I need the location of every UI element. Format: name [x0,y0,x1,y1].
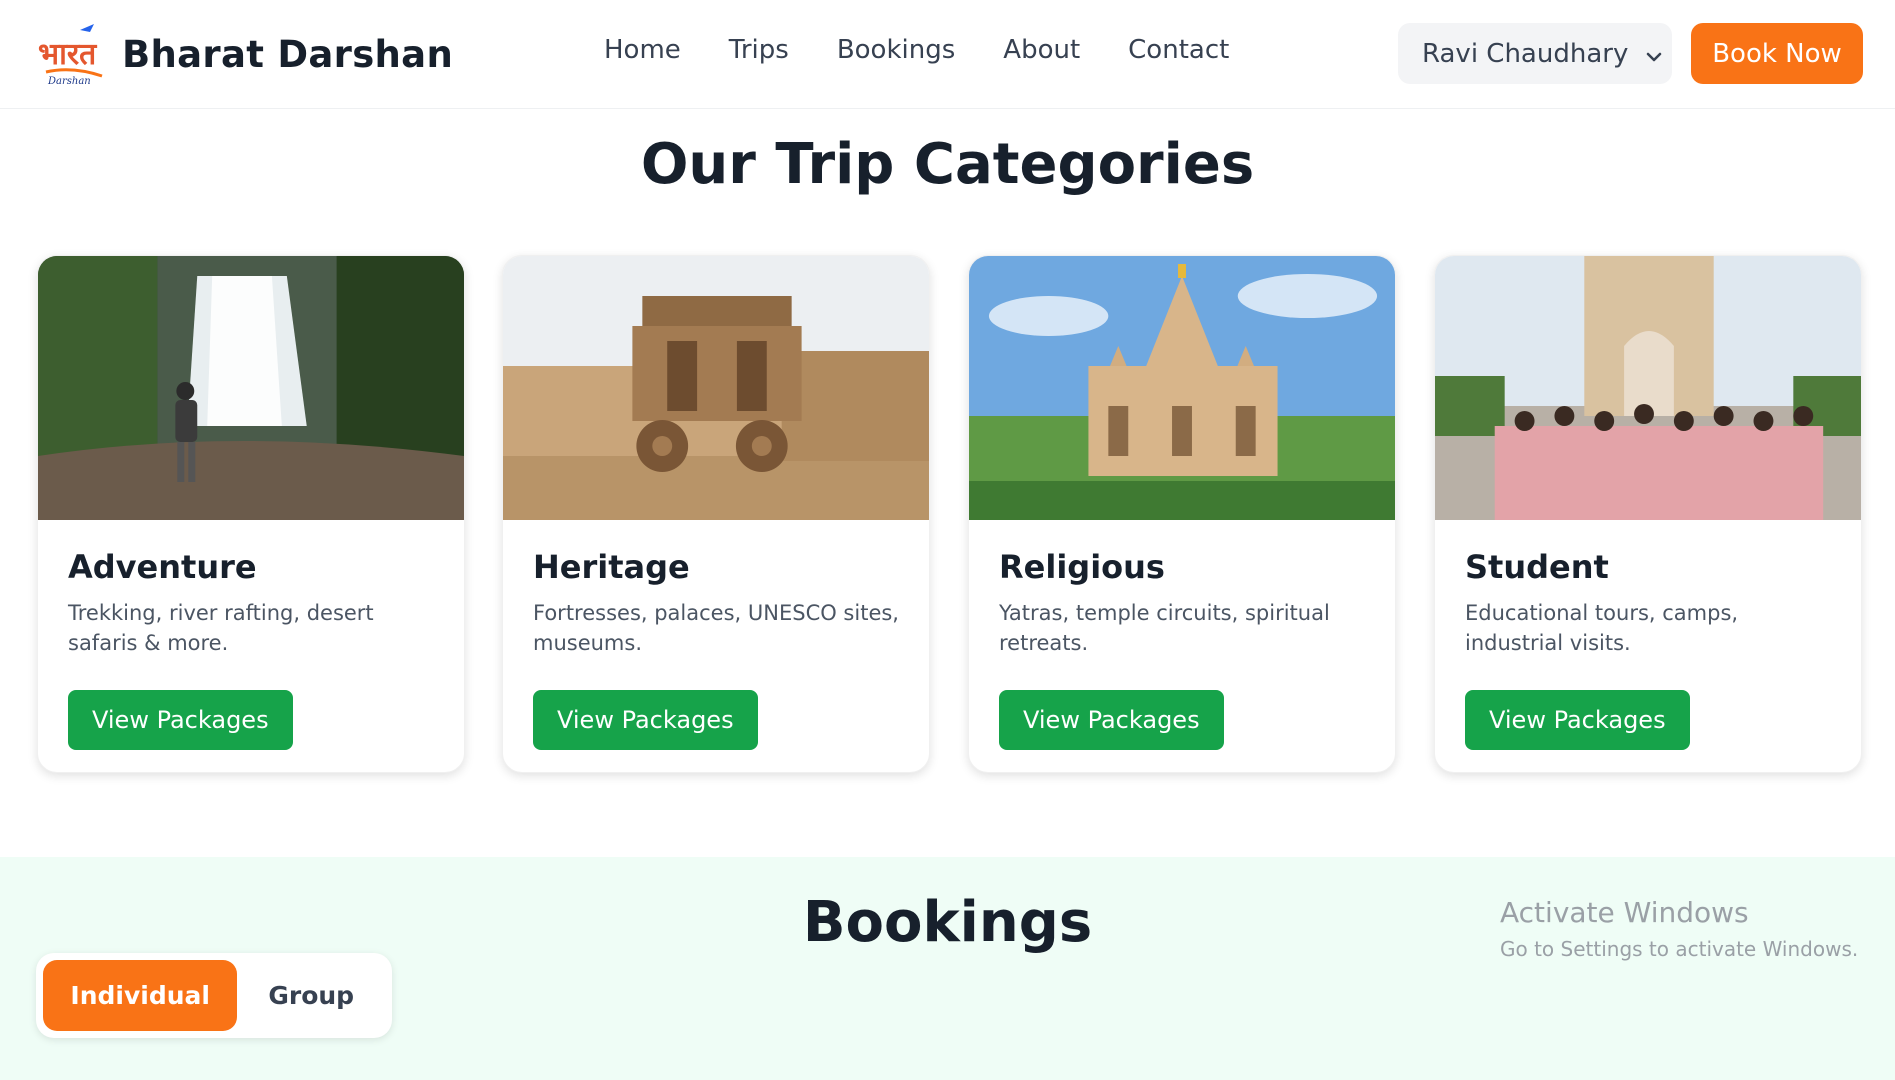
top-navbar: भारत Darshan Bharat Darshan Home Trips B… [0,0,1895,109]
student-image [1435,256,1861,520]
user-menu-button[interactable]: Ravi Chaudhary [1398,23,1672,84]
religious-image [969,256,1395,520]
watermark-subtitle: Go to Settings to activate Windows. [1500,937,1859,961]
category-card-religious: Religious Yatras, temple circuits, spiri… [968,255,1396,773]
chevron-down-icon [1644,44,1664,64]
adventure-image [38,256,464,520]
category-card-heritage: Heritage Fortresses, palaces, UNESCO sit… [502,255,930,773]
activate-windows-watermark: Activate Windows Go to Settings to activ… [1500,896,1858,961]
tab-individual[interactable]: Individual [43,960,238,1031]
nav-trips[interactable]: Trips [729,35,789,65]
card-description: Yatras, temple circuits, spiritual retre… [999,601,1330,655]
card-description: Trekking, river rafting, desert safaris … [68,601,374,655]
book-now-button[interactable]: Book Now [1691,23,1863,84]
category-card-student: Student Educational tours, camps, indust… [1434,255,1862,773]
main-nav: Home Trips Bookings About Contact [604,35,1229,65]
view-packages-button[interactable]: View Packages [999,690,1224,750]
watermark-title: Activate Windows [1500,896,1749,929]
nav-about[interactable]: About [1003,35,1080,65]
card-title: Adventure [68,548,257,586]
nav-bookings[interactable]: Bookings [837,35,955,65]
view-packages-button[interactable]: View Packages [533,690,758,750]
card-title: Religious [999,548,1165,586]
categories-title: Our Trip Categories [640,132,1255,197]
svg-text:भारत: भारत [38,37,98,72]
card-title: Student [1465,548,1609,586]
category-card-adventure: Adventure Trekking, river rafting, deser… [37,255,465,773]
brand-logo: भारत Darshan [36,20,108,88]
nav-home[interactable]: Home [604,35,681,65]
view-packages-button[interactable]: View Packages [1465,690,1690,750]
heritage-image [503,256,929,520]
nav-contact[interactable]: Contact [1128,35,1229,65]
card-title: Heritage [533,548,690,586]
user-name: Ravi Chaudhary [1422,38,1629,69]
card-description: Educational tours, camps, industrial vis… [1465,601,1739,655]
tab-group[interactable]: Group [237,960,385,1031]
svg-text:Darshan: Darshan [47,76,91,87]
brand-name: Bharat Darshan [122,32,454,76]
booking-type-toggle: Individual Group [36,953,392,1038]
view-packages-button[interactable]: View Packages [68,690,293,750]
card-description: Fortresses, palaces, UNESCO sites, museu… [533,601,899,655]
brand[interactable]: भारत Darshan Bharat Darshan [36,20,453,88]
